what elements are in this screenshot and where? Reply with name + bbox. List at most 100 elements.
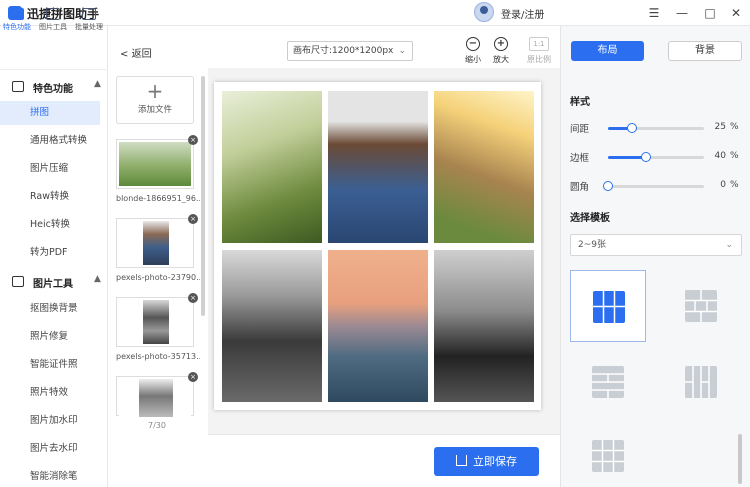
remove-file-icon[interactable]: × [188,372,198,382]
zoom-in-icon: + [494,37,508,51]
nav-item-raw[interactable]: Raw转换 [0,185,100,209]
image-tools-icon [12,276,24,287]
chevron-down-icon: ⌄ [398,46,406,56]
maximize-button[interactable]: □ [701,4,719,22]
canvas-size-select[interactable]: 画布尺寸:1200*1200px ⌄ [287,41,413,61]
file-thumbnail[interactable]: × [116,135,198,189]
nav-item-collage[interactable]: 拼图 [0,101,100,125]
remove-file-icon[interactable]: × [188,293,198,303]
original-ratio-button[interactable]: 1:1 原比例 [524,37,554,65]
nav-item-eraser[interactable]: 智能消除笔 [0,465,100,487]
template-grid-alt[interactable] [570,420,646,487]
template-bricks[interactable] [663,270,739,342]
thumbnail-image [119,221,191,265]
tab-background[interactable]: 背景 [668,41,742,61]
ratio-icon: 1:1 [529,37,549,51]
collage-cell[interactable] [222,91,322,243]
close-button[interactable]: ✕ [727,4,745,22]
tab-batch[interactable]: 批量处理 [72,2,106,40]
batch-icon [82,8,96,20]
login-register-link[interactable]: 登录/注册 [501,6,544,21]
zoom-out-label: 缩小 [465,55,481,64]
nav-item-compress[interactable]: 图片压缩 [0,157,100,181]
spacing-value: 25 [714,122,726,132]
tab-layout[interactable]: 布局 [571,41,644,61]
template-columns-icon [685,366,717,398]
nav-section-image-tools[interactable]: 图片工具 ▲ [0,271,108,293]
features-icon [12,81,24,92]
collage-cell[interactable] [328,91,428,243]
menu-button[interactable]: ☰ [645,4,663,22]
file-thumbnail[interactable]: × [116,214,198,268]
thumbnail-image [119,142,191,186]
user-avatar-icon[interactable] [474,2,494,22]
border-slider[interactable] [608,152,704,162]
canvas-size-value: 画布尺寸:1200*1200px [293,46,394,56]
nav-item-pdf[interactable]: 转为PDF [0,241,100,265]
add-file-button[interactable]: + 添加文件 [116,76,194,124]
collage-cell[interactable] [434,250,534,402]
grid-icon [10,8,24,20]
nav-item-effects[interactable]: 照片特效 [0,381,100,405]
file-list-scrollbar[interactable] [201,76,205,316]
nav-section-features-label: 特色功能 [33,84,73,95]
nav-item-heic[interactable]: Heic转换 [0,213,100,237]
spacing-slider-handle[interactable] [627,123,637,133]
download-icon [456,455,467,466]
spacing-unit: % [730,122,739,132]
spacing-slider[interactable] [608,123,704,133]
remove-file-icon[interactable]: × [188,135,198,145]
file-thumbnail[interactable]: × [116,372,198,417]
template-rows-icon [592,366,624,398]
zoom-in-label: 放大 [493,55,509,64]
thumbnail-image [119,300,191,344]
original-ratio-label: 原比例 [527,55,551,64]
file-thumbnail[interactable]: × [116,293,198,347]
template-section-title: 选择模板 [570,213,610,224]
corner-slider-handle[interactable] [603,181,613,191]
chevron-up-icon: ▲ [94,274,101,284]
corner-label: 圆角 [570,182,590,193]
remove-file-icon[interactable]: × [188,214,198,224]
back-label: 返回 [131,49,152,60]
template-grid-icon [593,291,625,323]
zoom-in-button[interactable]: + 放大 [489,37,513,65]
template-grid-3x3[interactable] [570,270,646,342]
nav-section-features[interactable]: 特色功能 ▲ [0,76,108,98]
collage-cell[interactable] [328,250,428,402]
chevron-down-icon: ⌄ [725,240,733,250]
nav-item-repair[interactable]: 照片修复 [0,325,100,349]
template-grid-alt-icon [592,440,624,472]
nav-item-id-photo[interactable]: 智能证件照 [0,353,100,377]
template-count-select[interactable]: 2~9张 ⌄ [570,234,742,256]
corner-value: 0 [720,180,726,190]
tab-image-tools[interactable]: 图片工具 [36,2,70,40]
nav-item-remove-watermark[interactable]: 图片去水印 [0,437,100,461]
nav-item-format-convert[interactable]: 通用格式转换 [0,129,100,153]
minimize-button[interactable]: — [673,4,691,22]
collage-canvas[interactable] [214,82,541,410]
template-rows[interactable] [570,346,646,418]
file-name: pexels-photo-35713... [116,352,200,361]
zoom-out-button[interactable]: − 缩小 [461,37,485,65]
collage-cell[interactable] [222,250,322,402]
collage-cell[interactable] [434,91,534,243]
nav-item-cutout[interactable]: 抠图换背景 [0,297,100,321]
spacing-label: 间距 [570,124,590,135]
right-panel-scrollbar[interactable] [738,434,742,484]
title-bar [0,0,750,26]
border-value: 40 [714,151,726,161]
template-columns[interactable] [663,346,739,418]
save-button[interactable]: 立即保存 [434,447,539,476]
back-button[interactable]: < 返回 [120,45,152,60]
tab-batch-label: 批量处理 [75,23,103,31]
nav-section-image-tools-label: 图片工具 [33,279,73,290]
chevron-up-icon: ▲ [94,79,101,89]
nav-item-add-watermark[interactable]: 图片加水印 [0,409,100,433]
file-name: pexels-photo-23790... [116,273,200,282]
file-name: blonde-1866951_96... [116,194,200,203]
tab-features[interactable]: 特色功能 [0,2,34,40]
file-count: 7/30 [148,421,166,430]
corner-unit: % [730,180,739,190]
corner-slider[interactable] [603,181,704,191]
